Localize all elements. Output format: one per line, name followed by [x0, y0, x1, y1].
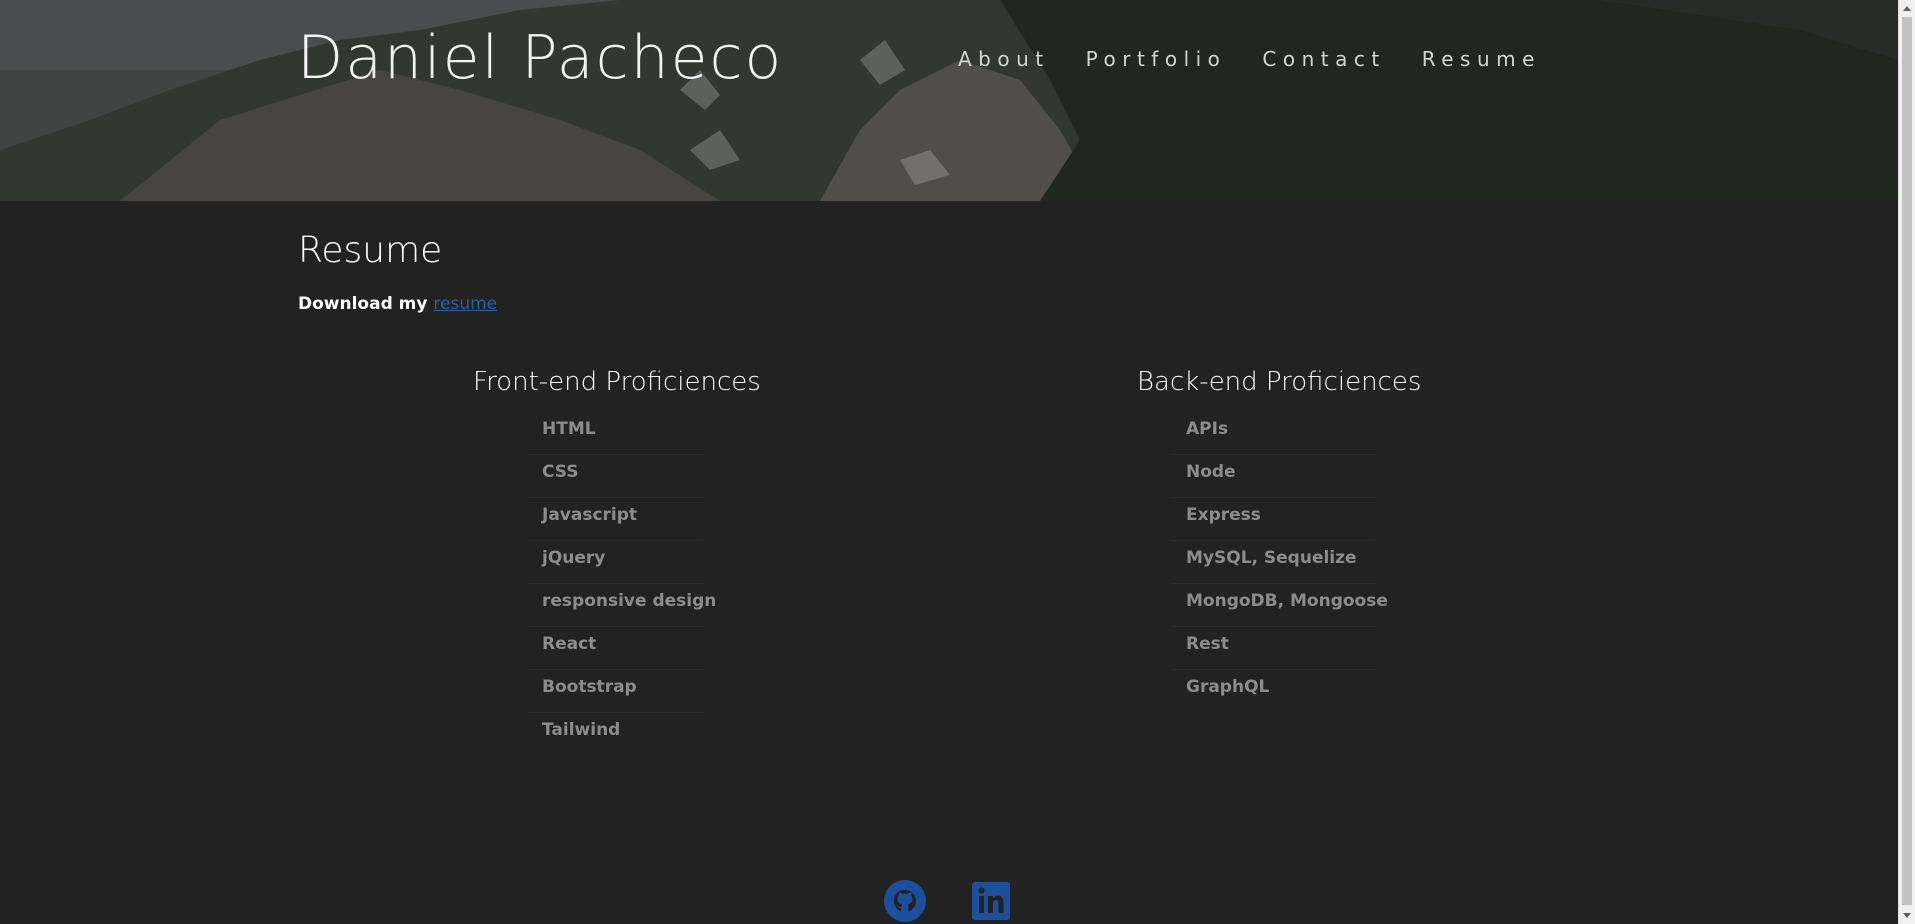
list-item: responsive design [528, 584, 716, 627]
front-end-column: Front-end Proficiences HTML CSS Javascri… [473, 362, 761, 740]
list-item: Node [1172, 455, 1375, 498]
header-banner: Daniel Pacheco About Portfolio Contact R… [0, 0, 1898, 201]
mountain-background [0, 0, 1898, 201]
download-line: Download my resume [298, 292, 497, 316]
nav-about[interactable]: About [958, 45, 1050, 73]
front-end-heading: Front-end Proficiences [473, 367, 761, 397]
linkedin-icon[interactable] [970, 880, 1012, 922]
list-item: Rest [1172, 627, 1375, 670]
list-item: GraphQL [1186, 677, 1270, 697]
nav-resume[interactable]: Resume [1422, 45, 1541, 73]
list-item: Bootstrap [528, 670, 703, 713]
back-end-column: Back-end Proficiences APIs Node Express … [1137, 362, 1422, 697]
footer-social [884, 880, 1012, 922]
site-title: Daniel Pacheco [297, 23, 784, 93]
resume-link[interactable]: resume [433, 294, 497, 314]
scroll-up-arrow-icon[interactable] [1903, 6, 1911, 11]
list-item: jQuery [528, 541, 703, 584]
list-item: Tailwind [542, 720, 621, 740]
github-icon[interactable] [884, 880, 926, 922]
back-end-list: APIs Node Express MySQL, Sequelize Mongo… [1172, 412, 1388, 713]
list-item: CSS [528, 455, 703, 498]
nav-contact[interactable]: Contact [1262, 45, 1385, 73]
scroll-down-arrow-icon[interactable] [1903, 913, 1911, 918]
section-title: Resume [298, 230, 443, 271]
main-nav: About Portfolio Contact Resume [958, 45, 1541, 73]
nav-portfolio[interactable]: Portfolio [1086, 45, 1227, 73]
scrollbar-thumb[interactable] [1902, 17, 1912, 905]
list-item: Express [1172, 498, 1375, 541]
page: Daniel Pacheco About Portfolio Contact R… [0, 0, 1915, 924]
list-item: MySQL, Sequelize [1172, 541, 1375, 584]
list-item: APIs [1172, 412, 1375, 455]
scrollbar[interactable] [1898, 0, 1915, 924]
list-item: HTML [528, 412, 703, 455]
list-item: React [528, 627, 703, 670]
download-text: Download my [298, 294, 434, 314]
back-end-heading: Back-end Proficiences [1137, 367, 1422, 397]
front-end-list: HTML CSS Javascript jQuery responsive de… [528, 412, 716, 756]
list-item: MongoDB, Mongoose [1172, 584, 1388, 627]
list-item: Javascript [528, 498, 703, 541]
